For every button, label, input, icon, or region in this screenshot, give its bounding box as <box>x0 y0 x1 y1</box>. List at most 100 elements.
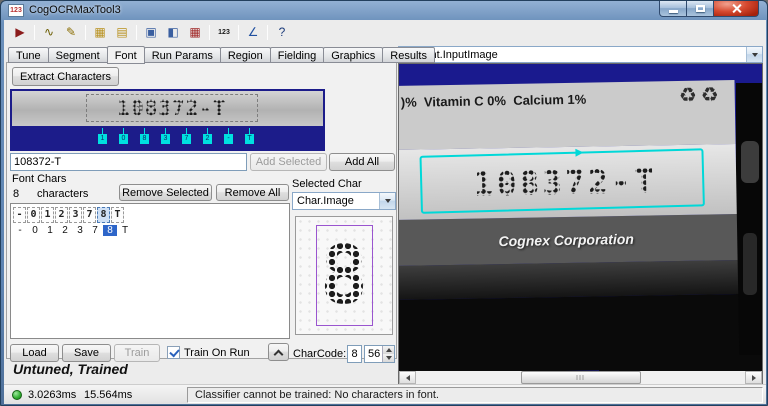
font-char-tile[interactable]: T <box>111 207 124 223</box>
toolbar-separator <box>85 24 86 40</box>
label-ocr-band: 108372-T <box>399 144 737 220</box>
ocr-region-box[interactable] <box>419 148 705 214</box>
extract-characters-button[interactable]: Extract Characters <box>12 67 119 86</box>
titlebar[interactable]: 123 CogOCRMaxTool3 <box>1 1 767 20</box>
font-char-label[interactable]: - <box>13 225 27 236</box>
scene-background <box>736 83 762 371</box>
selected-char-preview: 8 <box>295 216 393 335</box>
scroll-left-button[interactable] <box>399 371 416 384</box>
electric-connect-icon[interactable]: ∿ <box>39 23 59 42</box>
segmentation-strip-image[interactable]: 108372-T <box>12 91 323 126</box>
font-char-tile[interactable]: 8 <box>97 207 110 223</box>
add-all-button[interactable]: Add All <box>329 153 395 171</box>
font-char-label[interactable]: 0 <box>28 225 42 236</box>
execution-time-2: 15.564ms <box>84 389 133 401</box>
tab-results[interactable]: Results <box>382 47 435 63</box>
tab-run-params[interactable]: Run Params <box>143 47 221 63</box>
tab-tune[interactable]: Tune <box>8 47 49 63</box>
toolbar-separator <box>136 24 137 40</box>
characters-word-label: characters <box>37 188 89 200</box>
background-object <box>741 141 759 183</box>
arrow-down-icon <box>384 199 391 203</box>
font-char-tile[interactable]: 1 <box>41 207 54 223</box>
remove-selected-button[interactable]: Remove Selected <box>119 184 212 201</box>
image-display-panel[interactable]: )% Vitamin C 0% Calcium 1% ♻♻ 108372-T C… <box>398 63 763 385</box>
font-char-tiles: -012378T <box>13 207 287 223</box>
measure-angle-icon[interactable]: ∠ <box>243 23 263 42</box>
expand-button[interactable] <box>268 343 289 361</box>
scroll-right-button[interactable] <box>745 371 762 384</box>
tab-font[interactable]: Font <box>106 46 145 64</box>
charcode-spinner[interactable]: 56 <box>364 345 395 363</box>
charcode-char-field[interactable]: 8 <box>347 345 362 363</box>
toolbar-separator <box>34 24 35 40</box>
selected-char-label: Selected Char <box>292 178 362 190</box>
save-file-icon[interactable]: ◧ <box>163 23 183 42</box>
close-icon <box>731 3 742 14</box>
region-direction-icon <box>575 148 584 157</box>
input-image[interactable]: )% Vitamin C 0% Calcium 1% ♻♻ 108372-T C… <box>399 80 762 374</box>
buffer-grid-icon[interactable]: ▦ <box>185 23 205 42</box>
toolbar: ▶ ∿ ✎ ▦ ▤ ▣ ◧ ▦ 123 ∠? <box>6 21 293 43</box>
numbers-123-icon[interactable]: 123 <box>214 23 234 42</box>
edit-graphics-icon[interactable]: ✎ <box>61 23 81 42</box>
remove-all-button[interactable]: Remove All <box>216 184 289 201</box>
char-image-combo[interactable]: Char.Image <box>292 192 396 210</box>
chevron-down-icon[interactable] <box>379 193 395 209</box>
recycle-icon: ♻♻ <box>678 84 723 108</box>
font-char-labels: -012378T <box>13 225 287 236</box>
font-char-tile[interactable]: 3 <box>69 207 82 223</box>
open-file-icon[interactable]: ▣ <box>141 23 161 42</box>
minimize-button[interactable] <box>659 1 687 17</box>
font-char-label[interactable]: 2 <box>58 225 72 236</box>
current-record-grid-icon[interactable]: ▦ <box>90 23 110 42</box>
load-button[interactable]: Load <box>10 344 59 362</box>
label-top-band: )% Vitamin C 0% Calcium 1% ♻♻ <box>399 80 736 150</box>
chevron-down-icon[interactable] <box>746 47 762 62</box>
help-icon[interactable]: ? <box>272 23 292 42</box>
character-selection-rect[interactable]: 108372-T <box>86 94 258 122</box>
segment-tick: - <box>218 128 239 144</box>
font-char-tile[interactable]: 7 <box>83 207 96 223</box>
font-char-list[interactable]: -012378T -012378T <box>10 203 290 339</box>
scrollbar-track[interactable] <box>416 371 745 384</box>
tab-region[interactable]: Region <box>219 47 271 63</box>
product-label: )% Vitamin C 0% Calcium 1% ♻♻ 108372-T C… <box>399 80 740 374</box>
arrow-down-icon <box>385 356 392 360</box>
spinner-down-button[interactable] <box>382 354 394 362</box>
char-count: 8 <box>13 188 20 200</box>
toolbar-separator <box>238 24 239 40</box>
segment-tick: 1 <box>92 128 113 144</box>
font-char-label[interactable]: 3 <box>73 225 87 236</box>
font-char-tile[interactable]: 0 <box>27 207 40 223</box>
font-char-label[interactable]: T <box>118 225 132 236</box>
status-led-icon <box>12 390 22 400</box>
font-char-label[interactable]: 1 <box>43 225 57 236</box>
input-image-combo[interactable]: Current.InputImage <box>398 46 763 63</box>
toolbar-separator <box>209 24 210 40</box>
tab-graphics[interactable]: Graphics <box>323 47 384 63</box>
close-button[interactable] <box>714 1 759 17</box>
extracted-text-input[interactable] <box>10 153 247 171</box>
tab-segment[interactable]: Segment <box>47 47 108 63</box>
font-char-tile[interactable]: 2 <box>55 207 68 223</box>
segment-tick: 0 <box>113 128 134 144</box>
segment-tick: 8 <box>134 128 155 144</box>
horizontal-scrollbar[interactable] <box>399 371 762 384</box>
spinner-up-button[interactable] <box>382 346 394 354</box>
train-on-run-checkbox[interactable] <box>167 346 180 359</box>
minimize-icon <box>668 10 678 13</box>
tab-fielding[interactable]: Fielding <box>269 47 325 63</box>
add-selected-button[interactable]: Add Selected <box>250 153 327 171</box>
train-button[interactable]: Train <box>114 344 160 362</box>
maximize-button[interactable] <box>687 1 714 17</box>
font-char-tile[interactable]: - <box>13 207 26 223</box>
app-icon: 123 <box>8 4 24 17</box>
last-run-record-grid-icon[interactable]: ▤ <box>112 23 132 42</box>
scrollbar-thumb[interactable] <box>520 371 641 384</box>
save-button[interactable]: Save <box>62 344 111 362</box>
font-char-label[interactable]: 7 <box>88 225 102 236</box>
run-icon[interactable]: ▶ <box>10 23 30 42</box>
font-char-label[interactable]: 8 <box>103 225 117 236</box>
tab-strip: Tune Segment Font Run Params Region Fielding G… <box>8 46 435 64</box>
